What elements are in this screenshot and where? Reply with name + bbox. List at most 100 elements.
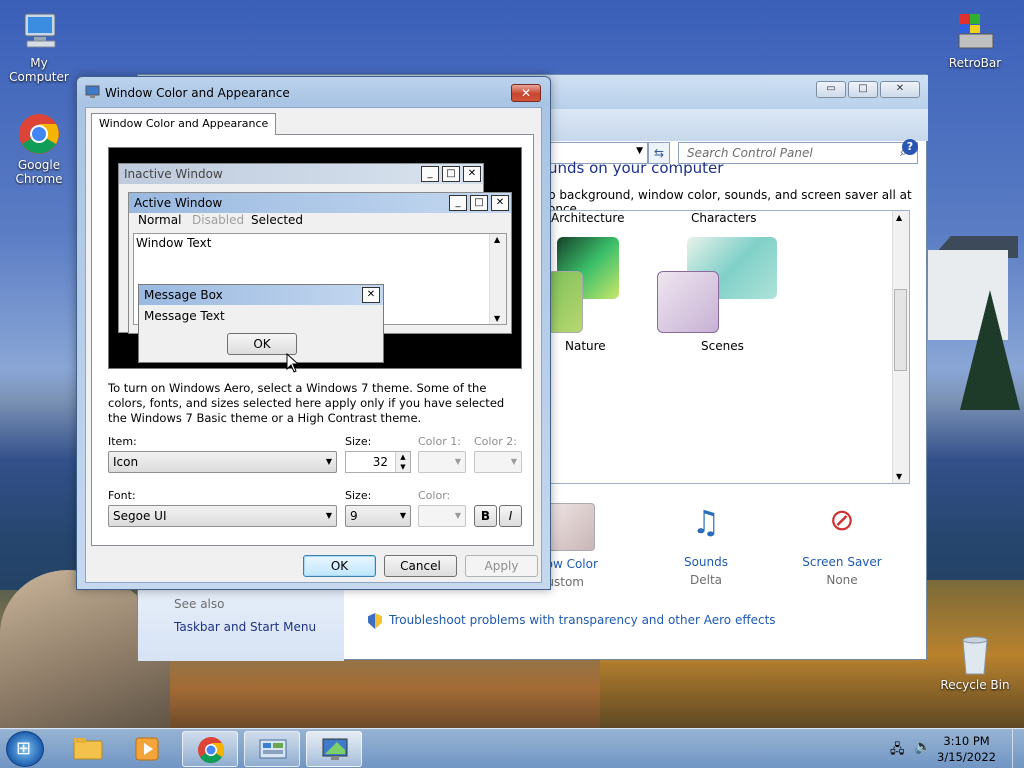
preview-message-box: Message Box ✕ Message Text OK [138,284,384,363]
network-icon[interactable]: 🖧 [890,740,905,762]
desktop-icon-retrobar[interactable]: RetroBar [937,10,1013,70]
control-panel-icon [259,739,287,759]
show-desktop-button[interactable] [1012,729,1024,768]
spinner-arrows-icon[interactable]: ▲ ▼ [395,452,410,472]
screen-saver-label[interactable]: Screen Saver [792,555,892,569]
sounds-label[interactable]: Sounds [656,555,756,569]
color2-picker[interactable]: ▼ [474,451,522,473]
ok-button[interactable]: OK [303,555,376,577]
item-dropdown[interactable]: Icon ▼ [108,451,337,473]
italic-button[interactable]: I [499,505,522,527]
sounds-icon: ♫ [691,503,721,541]
help-icon[interactable]: ? [902,139,918,155]
chevron-down-icon: ▼ [325,511,332,520]
message-box-title: Message Box [139,285,383,305]
maximize-button[interactable]: □ [848,81,878,98]
taskbar-control-panel[interactable] [244,731,300,767]
see-also-heading: See also [174,597,225,611]
desktop-icon-recycle-bin[interactable]: Recycle Bin [937,632,1013,692]
screen-saver-item[interactable]: ⊘ Screen Saver None [792,503,892,587]
taskbar-start-menu-link[interactable]: Taskbar and Start Menu [174,620,316,634]
tab-panel: Inactive Window _ □ ✕ Active Window _ □ … [91,134,534,546]
tab-window-color-and-appearance[interactable]: Window Color and Appearance [91,113,277,135]
preview-scrollbar: ▲ ▼ [489,234,506,324]
taskbar-media-player[interactable] [120,731,176,767]
font-size-label: Size: [345,489,372,502]
minimize-icon: _ [449,195,467,211]
font-label: Font: [108,489,136,502]
item-value: Icon [113,455,139,469]
theme-scenes[interactable] [657,271,719,333]
theme-label-scenes: Scenes [701,339,744,353]
chevron-down-icon: ▼ [454,511,461,520]
display-settings-icon [322,738,348,760]
theme-list-scrollbar[interactable]: ▲ ▼ [892,211,909,483]
chevron-down-icon: ▼ [510,457,517,466]
close-icon: ✕ [520,86,532,100]
taskbar: ⊞ 🖧 🔈 3:10 PM 3/15/2022 [0,728,1024,768]
menu-normal: Normal [138,213,182,227]
cancel-button[interactable]: Cancel [384,555,457,577]
close-icon: ✕ [362,287,380,303]
screen-saver-icon: ⊘ [829,503,855,538]
font-color-picker[interactable]: ▼ [418,505,466,527]
minimize-icon: _ [421,166,439,182]
font-size-dropdown[interactable]: 9 ▼ [345,505,411,527]
taskbar-display-settings[interactable] [306,731,362,767]
dialog-close-button[interactable]: ✕ [511,84,541,102]
close-button[interactable]: ✕ [880,81,920,98]
scrollbar-thumb[interactable] [894,289,907,371]
maximize-icon: □ [470,195,488,211]
window-color-label[interactable]: dow Color [538,557,638,571]
window-color-dialog: Window Color and Appearance ✕ Window Col… [76,76,551,590]
scroll-down-icon[interactable]: ▼ [896,472,902,481]
apply-button[interactable]: Apply [465,555,538,577]
font-color-label: Color: [418,489,451,502]
folder-icon [73,738,103,760]
computer-icon [17,10,61,54]
menu-selected: Selected [251,213,304,227]
windows-logo-icon: ⊞ [16,738,32,759]
volume-icon[interactable]: 🔈 [914,739,931,755]
font-value: Segoe UI [113,509,167,523]
desktop-icon-google-chrome[interactable]: Google Chrome [1,112,77,186]
color2-label: Color 2: [474,435,517,448]
mouse-cursor-icon [286,352,300,373]
message-text: Message Text [144,309,225,323]
taskbar-chrome[interactable] [182,731,238,767]
display-settings-icon [85,85,101,99]
bold-button[interactable]: B [474,505,497,527]
scroll-up-icon[interactable]: ▲ [896,213,902,222]
window-color-value: Custom [538,575,584,589]
sidebar: See also Taskbar and Start Menu [138,585,344,661]
scroll-down-icon: ▼ [494,314,501,323]
color1-picker[interactable]: ▼ [418,451,466,473]
appearance-preview: Inactive Window _ □ ✕ Active Window _ □ … [108,147,522,369]
font-dropdown[interactable]: Segoe UI ▼ [108,505,337,527]
chevron-down-icon: ▼ [399,511,406,520]
window-color-link[interactable]: dow Color Custom [538,557,638,589]
menu-disabled: Disabled [192,213,245,227]
close-icon: ✕ [491,195,509,211]
taskbar-explorer[interactable] [60,731,116,767]
system-clock[interactable]: 3:10 PM 3/15/2022 [937,733,996,765]
clock-time: 3:10 PM [943,734,990,748]
dialog-title: Window Color and Appearance [105,86,290,100]
chrome-icon [198,737,225,764]
item-size-label: Size: [345,435,372,448]
page-title: unds on your computer [548,159,724,177]
theme-label-nature: Nature [565,339,606,353]
start-button[interactable]: ⊞ [6,731,44,767]
desktop-icon-my-computer[interactable]: My Computer [1,10,77,84]
minimize-button[interactable]: ▭ [816,81,846,98]
shield-icon [368,613,382,629]
retrobar-icon [953,10,997,54]
troubleshoot-link[interactable]: Troubleshoot problems with transparency … [389,613,776,627]
desktop-icon-label: Google Chrome [15,158,63,186]
sounds-item[interactable]: ♫ Sounds Delta [656,503,756,587]
preview-ok-button: OK [227,333,297,355]
item-label: Item: [108,435,137,448]
desktop-icon-label: My Computer [9,56,69,84]
chevron-down-icon: ▼ [636,146,643,156]
preview-menu: Normal Disabled Selected [129,213,511,233]
